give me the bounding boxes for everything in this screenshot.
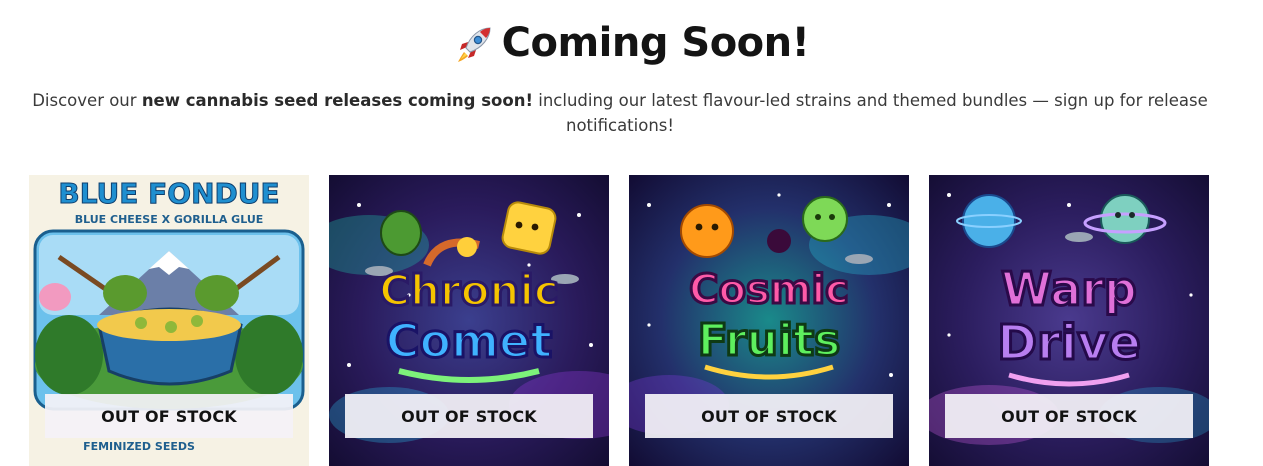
art-title-line2: Comet xyxy=(386,314,552,368)
art-title-line1: Cosmic xyxy=(689,267,849,313)
art-title-line1: Chronic xyxy=(379,266,558,315)
art-title-line2: Drive xyxy=(997,315,1141,371)
out-of-stock-badge: OUT OF STOCK xyxy=(345,394,593,438)
product-card-cosmic-fruits[interactable]: Cosmic Fruits OUT OF STOCK xyxy=(629,175,909,466)
page-title: Coming Soon! xyxy=(501,20,810,66)
product-card-chronic-comet[interactable]: Chronic Comet OUT OF STOCK xyxy=(329,175,609,466)
product-grid: BLUE FONDUE BLUE CHEESE X GORILLA GLUE F… xyxy=(29,175,1209,466)
art-title-line1: Warp xyxy=(1001,262,1137,316)
out-of-stock-badge: OUT OF STOCK xyxy=(945,394,1193,438)
out-of-stock-badge: OUT OF STOCK xyxy=(45,394,293,438)
intro-suffix: including our latest flavour-led strains… xyxy=(533,91,1208,135)
art-subtitle: BLUE CHEESE X GORILLA GLUE xyxy=(75,213,264,226)
section-heading: Coming Soon! xyxy=(0,20,1263,66)
art-title-line2: Fruits xyxy=(698,315,841,366)
art-footer: FEMINIZED SEEDS xyxy=(83,440,195,453)
out-of-stock-badge: OUT OF STOCK xyxy=(645,394,893,438)
intro-bold: new cannabis seed releases coming soon! xyxy=(141,91,533,110)
intro-text: Discover our new cannabis seed releases … xyxy=(20,88,1220,138)
product-card-blue-fondue[interactable]: BLUE FONDUE BLUE CHEESE X GORILLA GLUE F… xyxy=(29,175,309,466)
rocket-icon xyxy=(457,27,491,62)
art-title: BLUE FONDUE xyxy=(58,177,279,210)
intro-prefix: Discover our xyxy=(32,91,142,110)
product-card-warp-drive[interactable]: Warp Drive OUT OF STOCK xyxy=(929,175,1209,466)
